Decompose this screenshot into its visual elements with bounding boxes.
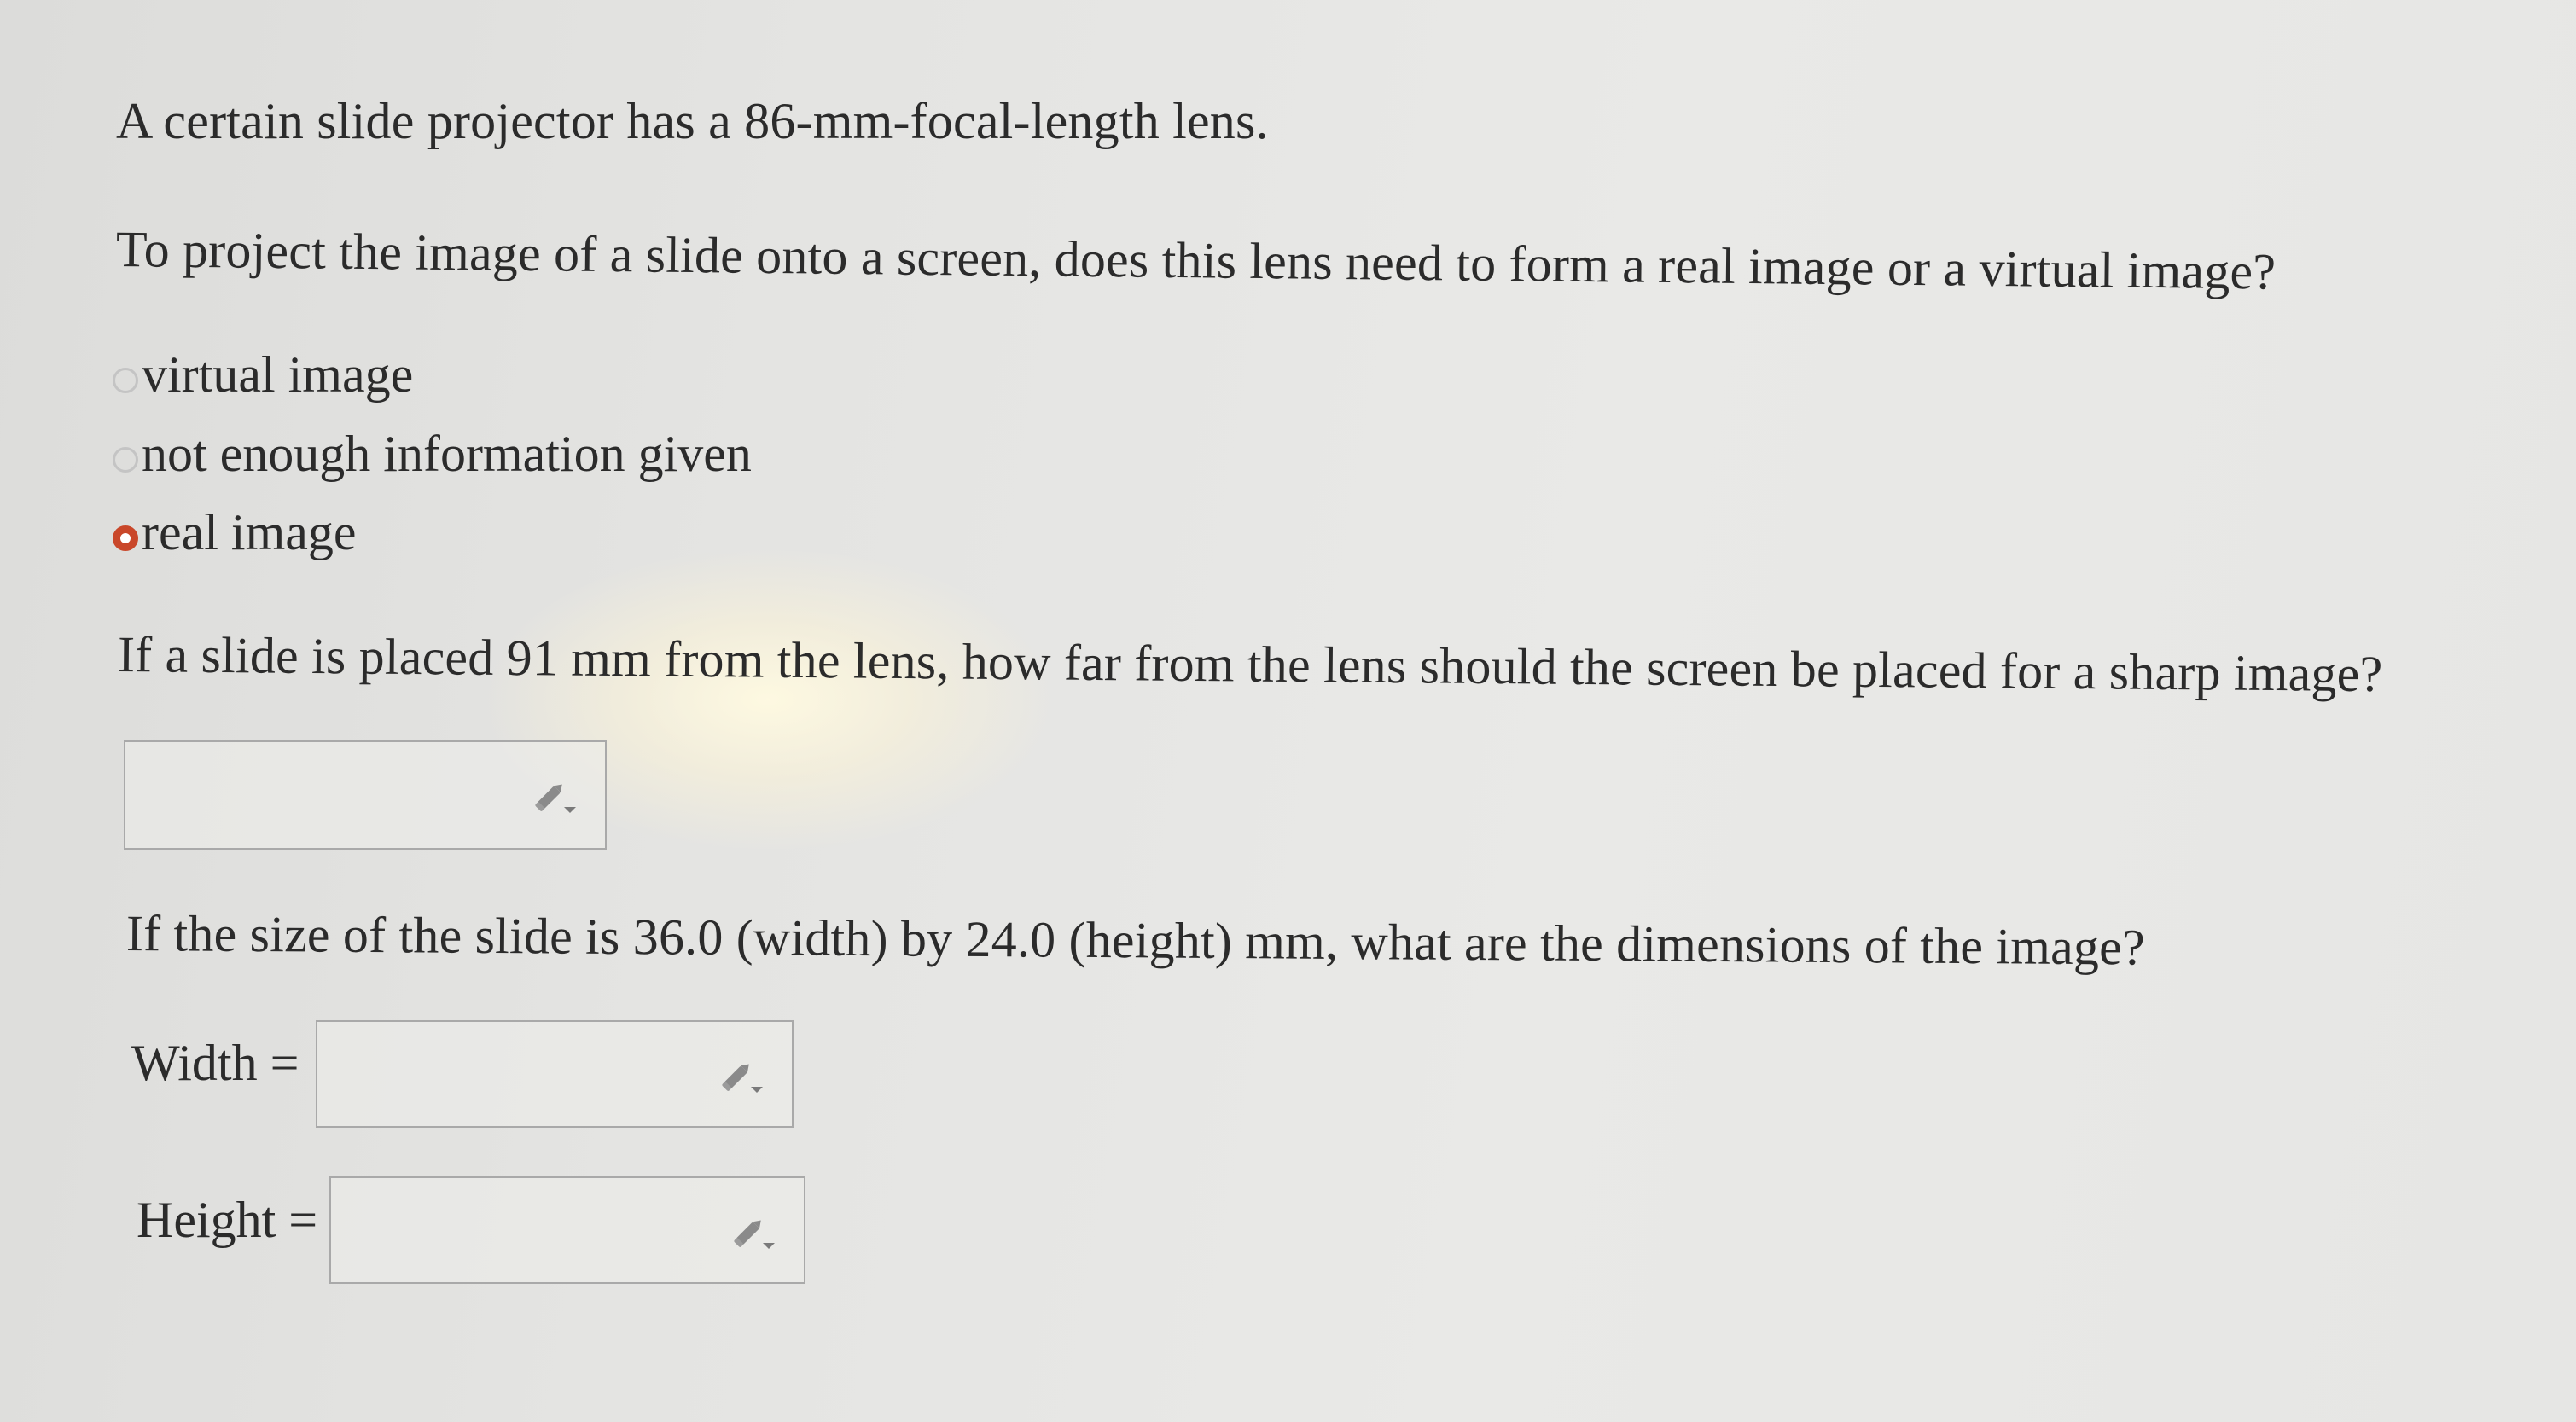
height-label: Height = xyxy=(137,1192,318,1248)
option-label: not enough information given xyxy=(142,426,752,482)
part2-prompt: If a slide is placed 91 mm from the lens… xyxy=(117,626,2383,703)
part1-prompt: To project the image of a slide onto a s… xyxy=(115,221,2277,300)
option-not-enough-info[interactable]: not enough information given xyxy=(113,425,752,484)
option-label: virtual image xyxy=(142,346,414,403)
height-input[interactable] xyxy=(329,1176,805,1284)
question-intro: A certain slide projector has a 86-mm-fo… xyxy=(116,93,1269,149)
screen-distance-input[interactable] xyxy=(124,740,607,850)
part3-prompt: If the size of the slide is 36.0 (width)… xyxy=(125,905,2146,976)
option-virtual-image[interactable]: virtual image xyxy=(113,345,413,404)
width-input[interactable] xyxy=(316,1020,794,1128)
question-page: A certain slide projector has a 86-mm-fo… xyxy=(0,0,2576,1422)
pencil-edit-icon[interactable] xyxy=(532,778,579,815)
option-label: real image xyxy=(142,504,357,560)
width-label: Width = xyxy=(131,1035,299,1091)
radio-unchecked-icon[interactable] xyxy=(113,446,138,473)
radio-checked-icon[interactable] xyxy=(113,525,138,551)
pencil-edit-icon[interactable] xyxy=(718,1058,766,1095)
radio-unchecked-icon[interactable] xyxy=(113,367,138,393)
option-real-image[interactable]: real image xyxy=(113,503,357,562)
pencil-edit-icon[interactable] xyxy=(730,1214,778,1251)
